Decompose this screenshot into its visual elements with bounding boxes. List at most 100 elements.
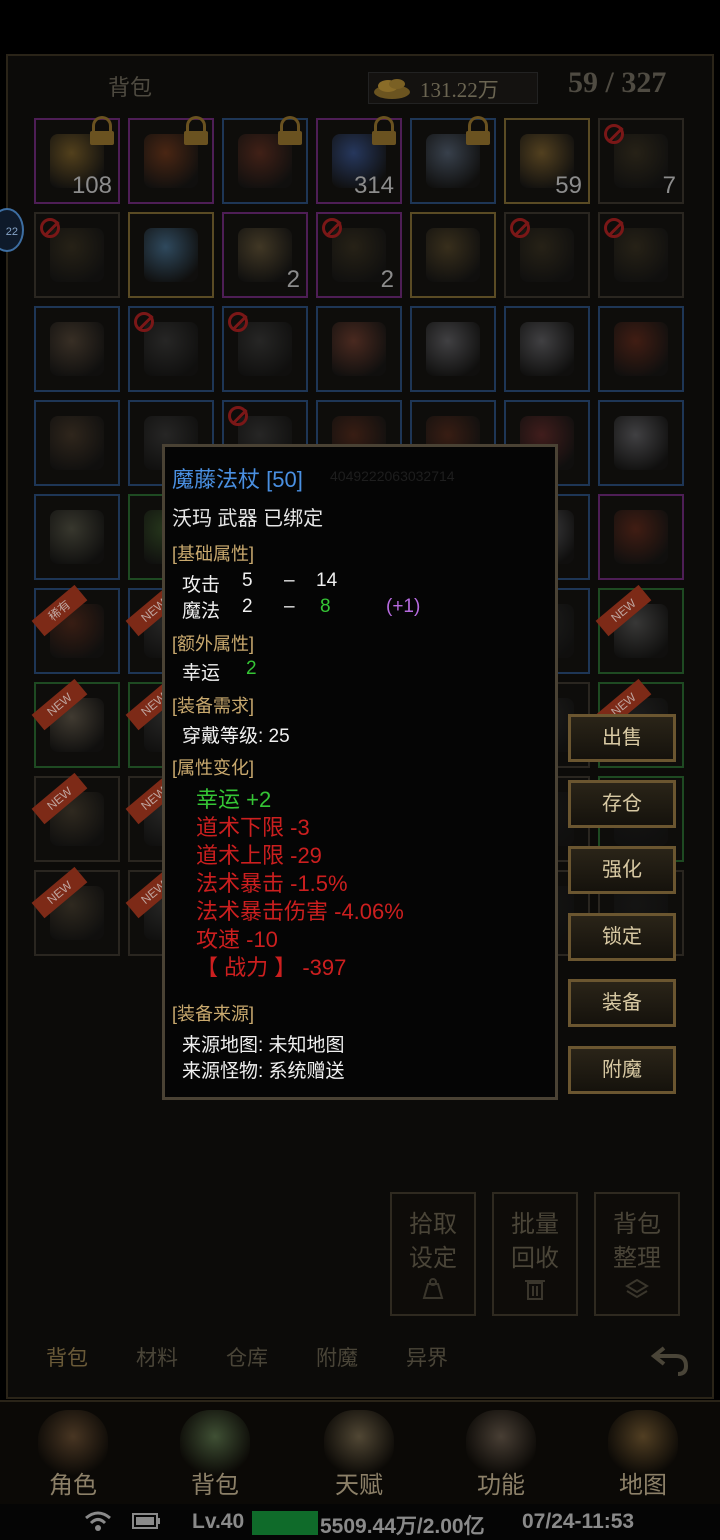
inventory-slot[interactable]: 2	[316, 212, 402, 298]
glove-icon	[614, 416, 668, 470]
glove-icon	[426, 322, 480, 376]
player-level: Lv.40	[192, 1510, 245, 1533]
inventory-slot[interactable]	[598, 306, 684, 392]
nav-function[interactable]: 功能	[436, 1400, 566, 1504]
inventory-slot[interactable]	[34, 494, 120, 580]
magic-dash: –	[284, 596, 295, 617]
inventory-slot[interactable]	[316, 306, 402, 392]
glove-icon	[520, 322, 574, 376]
inventory-slot[interactable]	[34, 212, 120, 298]
lock-icon	[90, 116, 114, 145]
basic-attr-header: [基础属性]	[172, 544, 255, 564]
ring-icon	[50, 510, 104, 564]
inventory-slot[interactable]: 314	[316, 116, 402, 204]
attack-label: 攻击	[182, 575, 221, 596]
nav-character[interactable]: 角色	[8, 1400, 138, 1504]
inventory-slot[interactable]	[504, 306, 590, 392]
inventory-slot[interactable]	[410, 306, 496, 392]
inventory-slot[interactable]	[598, 212, 684, 298]
sort-bag-button[interactable]: 背包 整理	[594, 1192, 680, 1316]
inventory-slot[interactable]	[410, 116, 496, 204]
sell-button[interactable]: 出售	[568, 714, 676, 762]
book-icon	[332, 228, 386, 282]
inventory-slot[interactable]	[128, 116, 214, 204]
inventory-slot[interactable]	[504, 212, 590, 298]
required-level: 穿戴等级: 25	[182, 726, 290, 747]
item-count: 2	[380, 266, 394, 293]
nav-talent[interactable]: 天赋	[294, 1400, 424, 1504]
store-button[interactable]: 存仓	[568, 780, 676, 828]
nav-bag[interactable]: 背包	[150, 1400, 280, 1504]
skill-book-icon	[426, 228, 480, 282]
prohibited-icon	[322, 218, 342, 238]
inventory-slot[interactable]: NEW	[31, 772, 120, 862]
sort-bag-label-2: 整理	[613, 1246, 661, 1272]
prohibited-icon	[40, 218, 60, 238]
bag-icon	[422, 1278, 444, 1299]
item-count: 108	[71, 172, 112, 199]
inventory-slot[interactable]	[598, 400, 684, 486]
nav-map[interactable]: 地图	[578, 1400, 708, 1504]
prohibited-icon	[510, 218, 530, 238]
gold-amount: 131.22万	[420, 78, 499, 102]
enhance-button[interactable]: 强化	[568, 846, 676, 894]
pickup-settings-label-2: 设定	[409, 1246, 457, 1272]
tab-bag[interactable]: 背包	[46, 1342, 88, 1372]
pickup-settings-button[interactable]: 拾取 设定	[390, 1192, 476, 1316]
battery-icon	[132, 1513, 160, 1529]
inventory-slot[interactable]: NEW	[31, 678, 120, 768]
tab-otherworld[interactable]: 异界	[406, 1342, 448, 1372]
inventory-slot[interactable]: 59	[504, 118, 590, 204]
attr-change-item: 【 战力 】 -397	[196, 955, 347, 980]
source-header: [装备来源]	[172, 1004, 255, 1024]
inventory-slot[interactable]: 2	[222, 212, 308, 298]
bulk-recycle-button[interactable]: 批量 回收	[492, 1192, 578, 1316]
attack-max: 14	[316, 570, 338, 591]
item-count: 2	[286, 266, 300, 293]
prohibited-icon	[604, 124, 624, 144]
layers-icon	[625, 1278, 649, 1299]
inventory-slot[interactable]: 稀有	[31, 584, 120, 674]
lock-icon	[372, 116, 396, 145]
equip-button[interactable]: 装备	[568, 979, 676, 1027]
inventory-slot[interactable]: 7	[598, 118, 684, 204]
inventory-slot[interactable]	[128, 212, 214, 298]
nav-label: 角色	[49, 1473, 97, 1499]
key-icon	[238, 228, 292, 282]
luck-label: 幸运	[182, 663, 221, 684]
tab-warehouse[interactable]: 仓库	[226, 1342, 268, 1372]
book-icon	[614, 228, 668, 282]
enchant-button[interactable]: 附魔	[568, 1046, 676, 1094]
inventory-slot[interactable]	[34, 306, 120, 392]
inventory-slot[interactable]	[34, 400, 120, 486]
tab-enchant[interactable]: 附魔	[316, 1342, 358, 1372]
magic-max: 8	[320, 596, 331, 617]
item-count: 314	[353, 172, 394, 199]
inventory-slot[interactable]: NEW	[595, 584, 684, 674]
exp-bar	[252, 1511, 318, 1535]
book-icon	[50, 228, 104, 282]
inventory-slot[interactable]	[128, 306, 214, 392]
inventory-slot[interactable]: 108	[34, 116, 120, 204]
inventory-slot[interactable]	[410, 212, 496, 298]
requirement-header: [装备需求]	[172, 696, 255, 716]
attack-dash: –	[284, 570, 295, 591]
inventory-slot[interactable]: NEW	[31, 866, 120, 956]
item-name: 魔藤法杖 [50]	[172, 467, 303, 492]
gauntlet-icon	[144, 322, 198, 376]
prohibited-icon	[228, 312, 248, 332]
inventory-slot[interactable]	[222, 306, 308, 392]
item-count: 59	[555, 172, 582, 199]
item-type-line: 沃玛 武器 已绑定	[172, 508, 324, 530]
inventory-slot[interactable]	[598, 494, 684, 580]
tab-materials[interactable]: 材料	[136, 1342, 178, 1372]
prohibited-icon	[228, 406, 248, 426]
lock-button[interactable]: 锁定	[568, 913, 676, 961]
bulk-recycle-label-1: 批量	[511, 1212, 559, 1238]
magic-bonus: (+1)	[386, 596, 421, 617]
item-id: 4049222063032714	[330, 468, 455, 484]
prohibited-icon	[134, 312, 154, 332]
magic-label: 魔法	[182, 601, 221, 622]
inventory-slot[interactable]	[222, 116, 308, 204]
back-arrow-icon[interactable]	[650, 1338, 690, 1378]
